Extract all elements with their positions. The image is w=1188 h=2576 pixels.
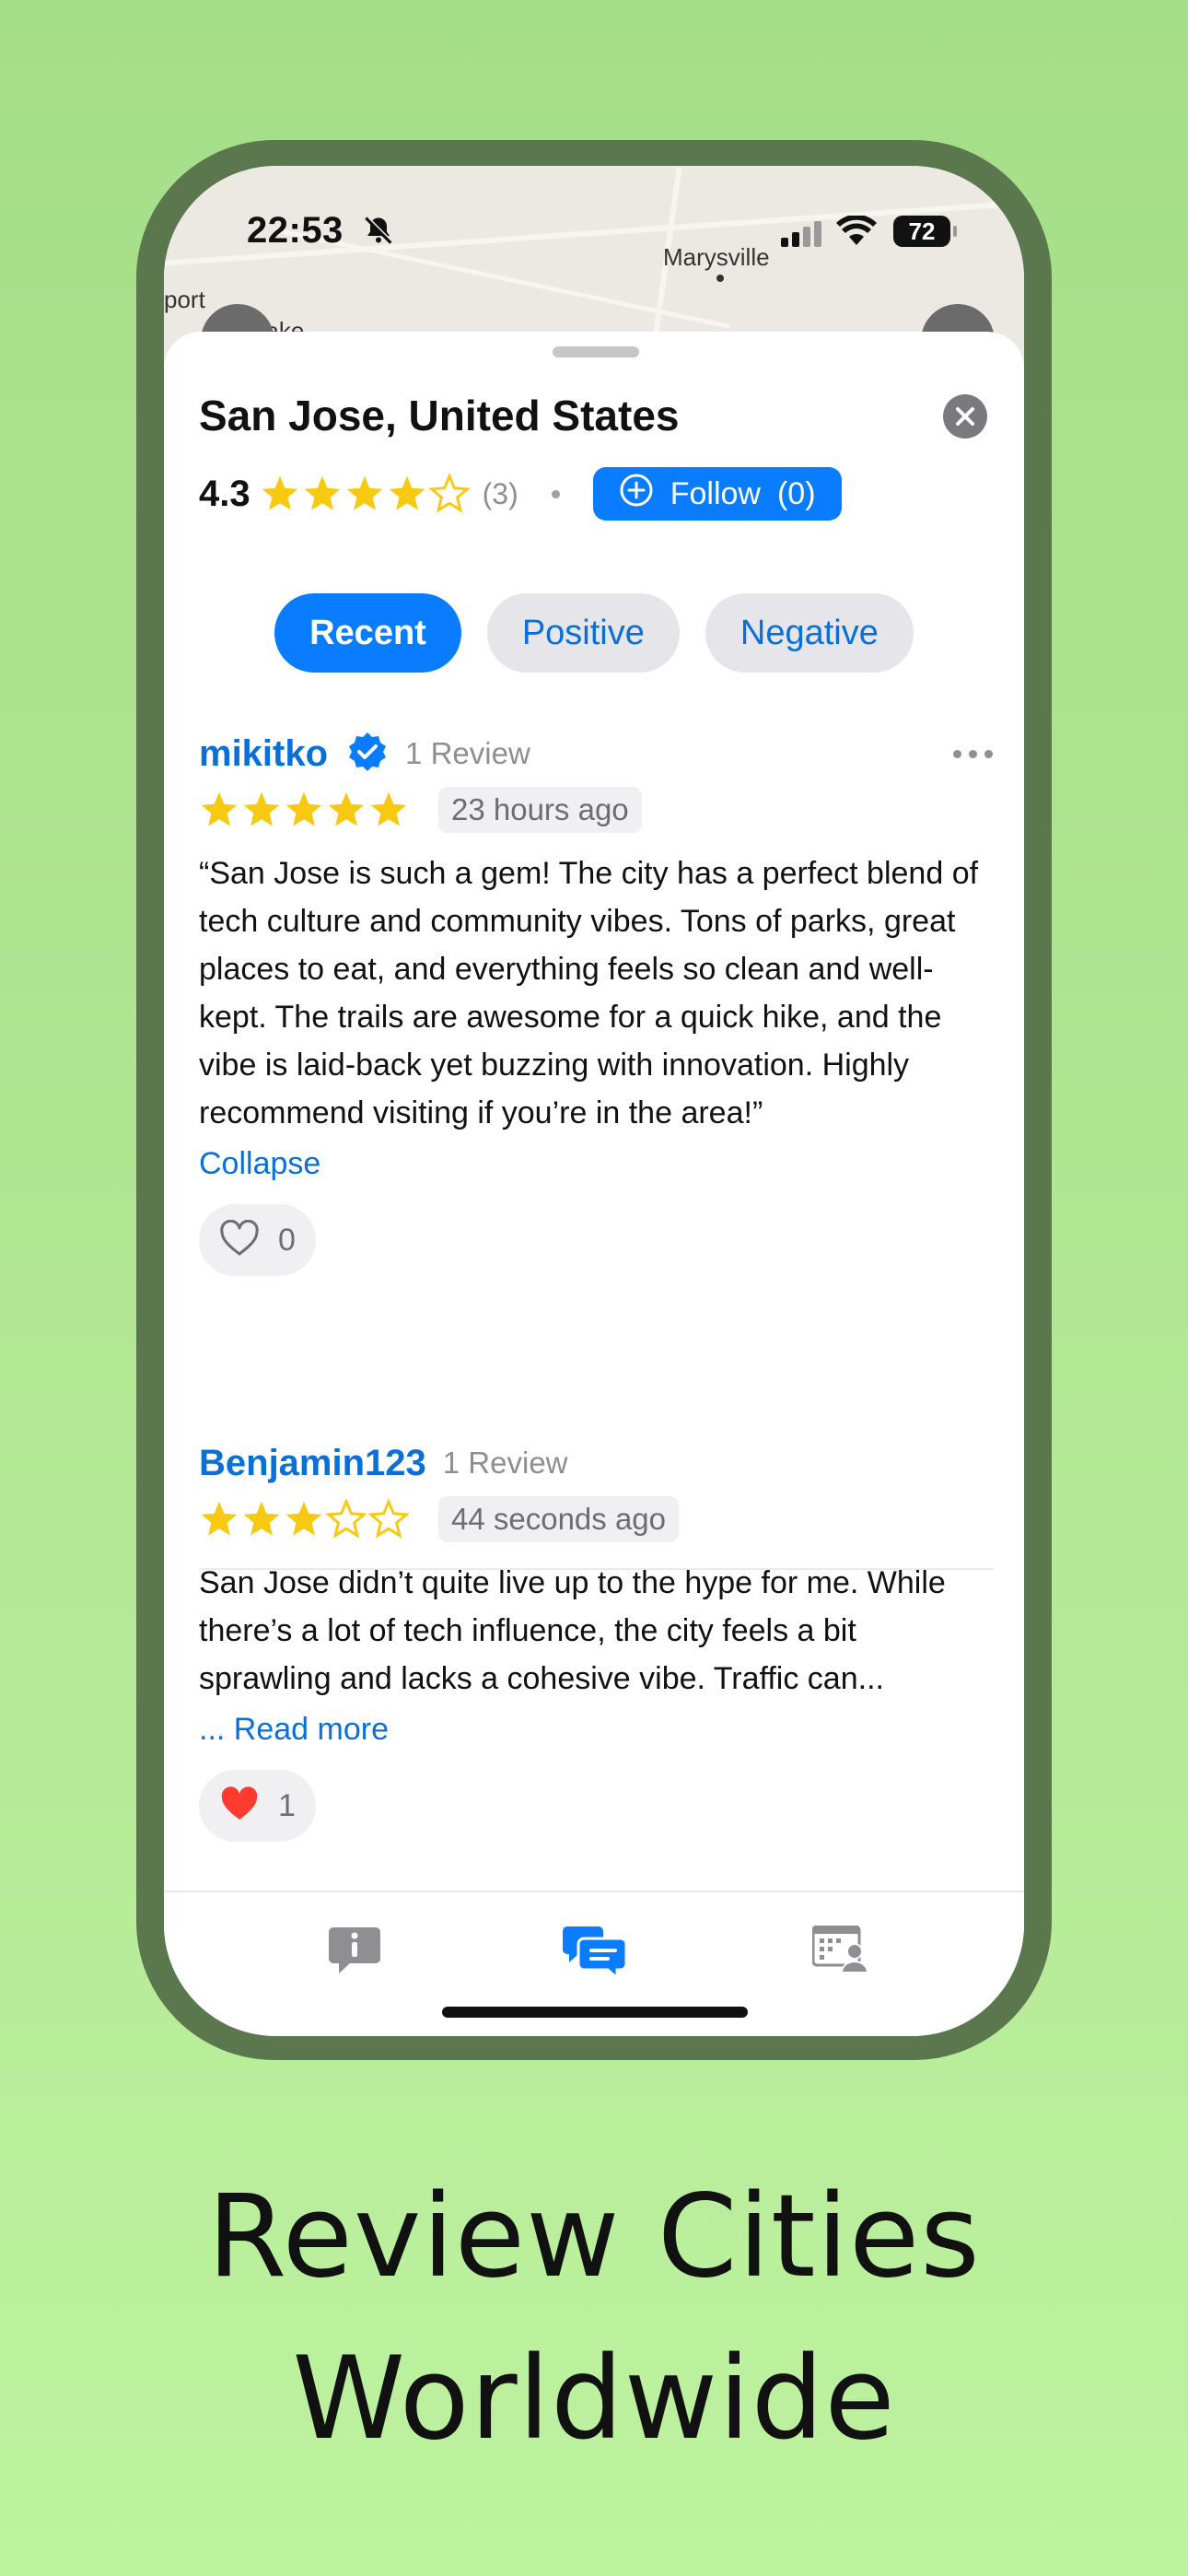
wifi-icon (836, 214, 877, 252)
rating-count: (3) (482, 476, 518, 510)
star-filled-icon (370, 791, 407, 826)
status-bar: 22:53 72 (164, 210, 1024, 265)
map-pin-dot (716, 275, 724, 282)
headline-line-2: Worldwide (292, 2333, 896, 2465)
separator-dot (551, 489, 560, 498)
review-text: “San Jose is such a gem! The city has a … (199, 856, 979, 1130)
review-count: 1 Review (442, 1446, 568, 1480)
status-time: 22:53 (247, 210, 344, 251)
follow-label: Follow (670, 475, 761, 511)
review-text: San Jose didn’t quite live up to the hyp… (199, 1565, 946, 1696)
read-more-link[interactable]: ... Read more (199, 1712, 993, 1748)
follow-button[interactable]: Follow (0) (592, 467, 842, 521)
heart-filled-icon (219, 1786, 260, 1827)
star-filled-icon (285, 791, 322, 826)
reviews-icon[interactable] (562, 1926, 628, 1984)
people-icon[interactable] (811, 1925, 869, 1978)
star-outline-icon (326, 1499, 367, 1539)
sheet-grabber[interactable] (553, 346, 639, 357)
plus-circle-icon (619, 473, 654, 516)
marketing-headline: Review Cities Worldwide (0, 2156, 1188, 2480)
filter-tabs: Recent Positive Negative (164, 593, 1024, 673)
review-item: mikitko 1 Review 23 hours ago “San Jose … (199, 726, 993, 1276)
star-filled-icon (328, 791, 365, 826)
city-rating-row: 4.3 (3) Follow (0) (199, 466, 842, 521)
bottom-sheet: San Jose, United States 4.3 (3) Follow (… (164, 332, 1024, 2036)
signal-icon (781, 219, 825, 252)
like-count: 0 (278, 1222, 296, 1258)
close-button[interactable] (943, 394, 987, 439)
star-filled-icon (262, 475, 297, 510)
tab-recent[interactable]: Recent (274, 593, 461, 673)
headline-line-1: Review Cities (207, 2171, 981, 2303)
info-icon[interactable] (328, 1926, 381, 1982)
more-options-icon[interactable] (953, 749, 993, 758)
city-title: San Jose, United States (199, 392, 680, 439)
review-stars (199, 1499, 411, 1540)
star-filled-icon (201, 1501, 238, 1536)
rating-stars (260, 474, 472, 514)
review-time: 23 hours ago (438, 787, 642, 833)
star-filled-icon (243, 791, 280, 826)
star-filled-icon (243, 1501, 280, 1536)
close-icon (956, 407, 974, 426)
bell-slash-icon (362, 214, 395, 252)
home-indicator (442, 2007, 748, 2018)
star-filled-icon (389, 475, 425, 510)
like-button[interactable]: 0 (199, 1204, 316, 1276)
star-filled-icon (304, 475, 340, 510)
follow-count: (0) (776, 475, 816, 511)
verified-badge-icon (346, 731, 389, 778)
battery-indicator: 72 (893, 216, 957, 247)
star-outline-icon (428, 474, 470, 513)
star-filled-icon (201, 791, 238, 826)
heart-outline-icon (219, 1219, 260, 1261)
phone-frame: Marysville port rlake 22:53 72 San Jose,… (136, 140, 1052, 2060)
review-item: Benjamin123 1 Review 44 seconds ago San … (199, 1435, 993, 1842)
tab-negative[interactable]: Negative (705, 593, 914, 673)
review-username[interactable]: Benjamin123 (199, 1443, 426, 1484)
tab-positive[interactable]: Positive (486, 593, 680, 673)
review-stars (199, 790, 411, 830)
like-count: 1 (278, 1787, 296, 1823)
like-button[interactable]: 1 (199, 1770, 316, 1842)
phone-screen: Marysville port rlake 22:53 72 San Jose,… (164, 166, 1024, 2036)
star-outline-icon (368, 1499, 409, 1539)
review-username[interactable]: mikitko (199, 733, 328, 775)
star-filled-icon (285, 1501, 322, 1536)
collapse-link[interactable]: Collapse (199, 1146, 993, 1182)
review-count: 1 Review (405, 736, 530, 770)
review-time: 44 seconds ago (438, 1496, 680, 1542)
rating-value: 4.3 (199, 473, 250, 514)
star-filled-icon (346, 475, 382, 510)
map-label-left: port (164, 286, 205, 313)
